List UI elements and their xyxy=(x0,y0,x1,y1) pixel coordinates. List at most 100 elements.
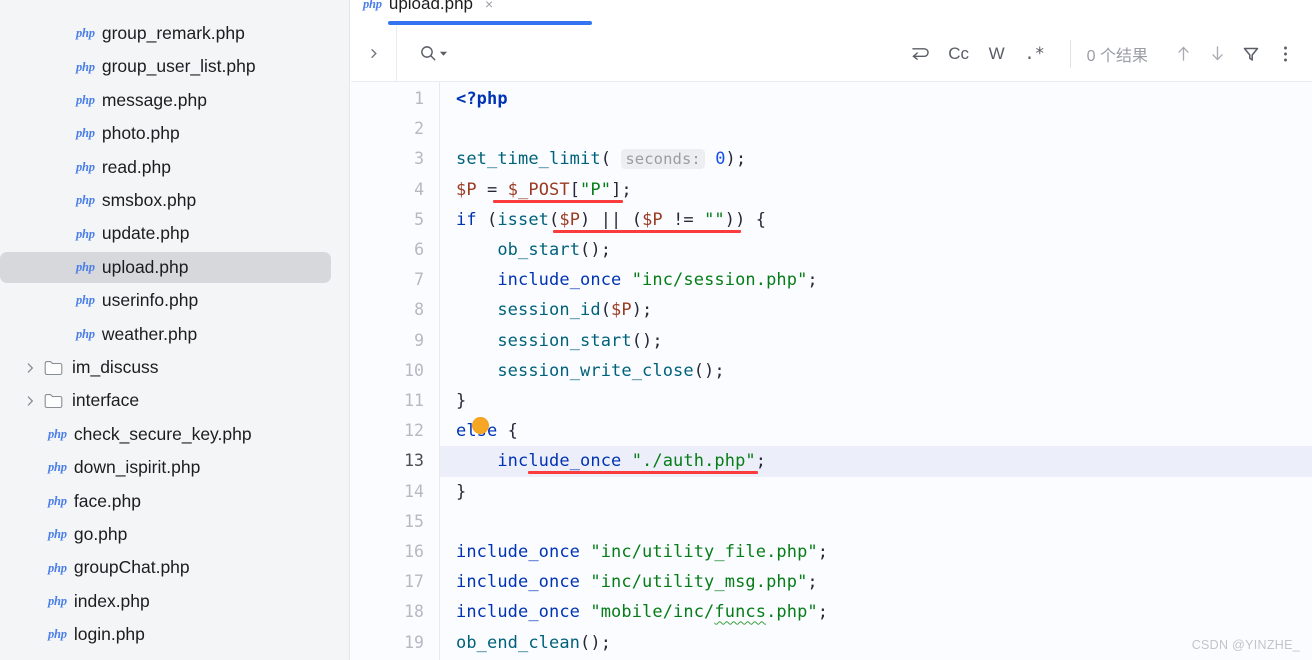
code-line[interactable]: session_start(); xyxy=(456,326,663,356)
caret-down-icon[interactable] xyxy=(439,45,448,63)
line-number[interactable]: 10 xyxy=(404,356,424,386)
line-number[interactable]: 15 xyxy=(404,507,424,537)
code-line[interactable]: <?php xyxy=(456,84,508,114)
tree-item-go-php[interactable]: php go.php xyxy=(0,518,349,551)
arrow-up-icon[interactable] xyxy=(1166,34,1200,74)
code-line[interactable]: include_once "inc/utility_file.php"; xyxy=(456,537,828,567)
tree-item-userinfo-php[interactable]: php userinfo.php xyxy=(0,284,349,317)
code-token: include_once xyxy=(456,572,581,593)
tree-item-update-php[interactable]: php update.php xyxy=(0,217,349,250)
tree-item-face-php[interactable]: php face.php xyxy=(0,485,349,518)
tree-item-index-php[interactable]: php index.php xyxy=(0,585,349,618)
code-line[interactable]: session_write_close(); xyxy=(456,356,725,386)
line-number[interactable]: 1 xyxy=(414,84,424,114)
line-number[interactable]: 16 xyxy=(404,537,424,567)
tree-item-weather-php[interactable]: php weather.php xyxy=(0,318,349,351)
line-number[interactable]: 17 xyxy=(404,567,424,597)
chevron-right-icon[interactable] xyxy=(351,25,397,82)
search-icon[interactable] xyxy=(419,44,448,63)
code-line[interactable]: include_once "mobile/inc/funcs.php"; xyxy=(456,597,828,627)
tree-item-check-secure-key-php[interactable]: php check_secure_key.php xyxy=(0,418,349,451)
tree-item-label: photo.php xyxy=(101,123,180,144)
chevron-right-icon[interactable] xyxy=(22,393,38,409)
editor-pane: php upload.php × Cc W .* 0 个结果 1 2 3 4 5… xyxy=(351,0,1312,660)
tree-item-upload-php[interactable]: php upload.php xyxy=(0,251,349,284)
code-line[interactable]: session_id($P); xyxy=(456,295,652,325)
line-number[interactable]: 7 xyxy=(414,265,424,295)
arrow-down-icon[interactable] xyxy=(1200,34,1234,74)
tree-item-read-php[interactable]: php read.php xyxy=(0,151,349,184)
tree-item-label: interface xyxy=(72,390,140,411)
line-number[interactable]: 12 xyxy=(404,416,424,446)
code-line[interactable]: ob_end_clean(); xyxy=(456,628,611,658)
code-token: "inc/utility_file.php" xyxy=(590,542,818,562)
words-icon[interactable]: W xyxy=(978,34,1016,74)
editor-tab-strip[interactable]: php upload.php × xyxy=(351,0,1312,26)
tree-item-message-php[interactable]: php message.php xyxy=(0,84,349,117)
result-count-label: 0 个结果 xyxy=(1086,47,1148,65)
match-case-icon[interactable]: Cc xyxy=(940,34,978,74)
code-line[interactable]: } xyxy=(456,386,466,416)
line-number[interactable]: 19 xyxy=(404,628,424,658)
wrap-search-icon[interactable] xyxy=(902,34,940,74)
tree-item-down-ispirit-php[interactable]: php down_ispirit.php xyxy=(0,451,349,484)
php-file-icon: php xyxy=(48,426,67,441)
line-number[interactable]: 18 xyxy=(404,597,424,627)
tree-item-label: weather.php xyxy=(101,323,198,344)
close-icon[interactable]: × xyxy=(485,0,493,12)
code-line[interactable]: set_time_limit( seconds: 0); xyxy=(456,144,746,174)
more-vertical-icon[interactable] xyxy=(1268,34,1302,74)
search-input[interactable] xyxy=(458,43,758,64)
line-number[interactable]: 6 xyxy=(414,235,424,265)
tree-item-label: go.php xyxy=(73,523,128,544)
find-toolbar[interactable]: Cc W .* 0 个结果 xyxy=(351,25,1312,82)
tree-item-label: down_ispirit.php xyxy=(73,457,201,478)
chevron-right-icon[interactable] xyxy=(22,360,38,376)
tab-upload-php[interactable]: php upload.php × xyxy=(355,0,503,22)
line-number-gutter[interactable]: 1 2 3 4 5 6 7 8 9 10 11 12 13 14 15 16 17 18 19 xyxy=(351,82,440,660)
tree-item-group-user-list-php[interactable]: php group_user_list.php xyxy=(0,50,349,83)
project-file-tree[interactable]: php group_remark.php php group_user_list.ph… xyxy=(0,0,350,660)
code-content[interactable]: <?php set_time_limit( seconds: 0); $P = $_… xyxy=(441,82,1312,660)
code-editor[interactable]: 1 2 3 4 5 6 7 8 9 10 11 12 13 14 15 16 17 18 19 <?php set_t… xyxy=(351,82,1312,660)
filter-icon[interactable] xyxy=(1234,34,1268,74)
tree-item-login-php[interactable]: php login.php xyxy=(0,618,349,651)
line-number[interactable]: 14 xyxy=(404,477,424,507)
code-token: ) || ( xyxy=(580,209,643,230)
active-tab-indicator xyxy=(388,20,592,25)
code-token: ); xyxy=(725,149,747,170)
php-file-icon: php xyxy=(76,59,95,74)
line-number[interactable]: 9 xyxy=(414,326,424,356)
code-line[interactable]: include_once "inc/utility_msg.php"; xyxy=(456,567,818,597)
line-number[interactable]: 2 xyxy=(414,114,424,144)
php-file-icon: php xyxy=(48,593,67,608)
code-line[interactable]: } xyxy=(456,477,466,507)
code-line[interactable]: ob_start(); xyxy=(456,235,611,265)
code-token: ]; xyxy=(611,179,632,200)
tree-item-smsbox-php[interactable]: php smsbox.php xyxy=(0,184,349,217)
line-number[interactable]: 5 xyxy=(414,205,424,235)
tree-item-group-remark-php[interactable]: php group_remark.php xyxy=(0,17,349,50)
tree-item-photo-php[interactable]: php photo.php xyxy=(0,117,349,150)
code-line[interactable]: else { xyxy=(456,416,518,446)
code-token: } xyxy=(456,481,467,502)
tree-item-interface[interactable]: interface xyxy=(0,384,349,417)
tree-item-label: groupChat.php xyxy=(73,557,190,578)
line-number[interactable]: 8 xyxy=(414,295,424,325)
tree-item-groupchat-php[interactable]: php groupChat.php xyxy=(0,551,349,584)
line-number[interactable]: 4 xyxy=(414,175,424,205)
code-line[interactable]: include_once "inc/session.php"; xyxy=(456,265,818,295)
red-underline-isset xyxy=(553,229,741,233)
line-number[interactable]: 11 xyxy=(404,386,424,416)
regex-icon[interactable]: .* xyxy=(1016,34,1054,74)
search-field-wrapper[interactable] xyxy=(397,26,902,82)
line-number[interactable]: 3 xyxy=(414,144,424,174)
code-token: ( xyxy=(600,300,612,321)
code-token: funcs xyxy=(714,602,767,623)
tree-item-im-discuss[interactable]: im_discuss xyxy=(0,351,349,384)
line-number[interactable]: 13 xyxy=(404,446,424,476)
